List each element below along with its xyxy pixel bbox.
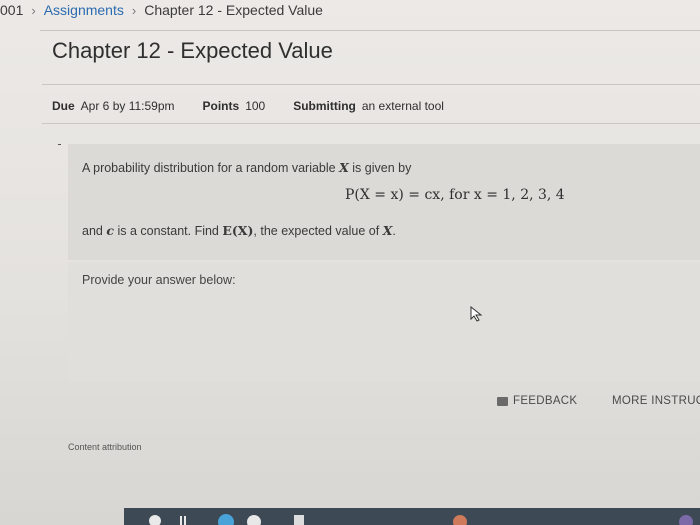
task-text-a: and xyxy=(82,224,107,238)
feedback-button[interactable]: FEEDBACK xyxy=(497,395,577,407)
taskbar-app-icon[interactable] xyxy=(246,512,262,525)
mouse-cursor-icon xyxy=(470,306,483,322)
meta-top-divider xyxy=(42,84,700,85)
question-intro: A probability distribution for a random … xyxy=(82,160,411,175)
breadcrumb-assignments-link[interactable]: Assignments xyxy=(44,2,124,18)
breadcrumb-current: Chapter 12 - Expected Value xyxy=(144,2,323,18)
submitting-value: an external tool xyxy=(361,99,444,113)
taskbar-app-icon[interactable] xyxy=(148,512,162,525)
content-attribution-link[interactable]: Content attribution xyxy=(68,442,142,452)
expected-value-expr: E(X) xyxy=(222,223,254,238)
taskbar-app-icon[interactable] xyxy=(178,512,190,525)
breadcrumb-separator-icon: › xyxy=(131,2,137,18)
submitting-label: Submitting xyxy=(293,99,356,113)
question-intro-text: A probability distribution for a random … xyxy=(82,161,340,175)
constant-c: c xyxy=(106,223,114,238)
variable-x: X xyxy=(339,160,349,175)
page-title: Chapter 12 - Expected Value xyxy=(52,38,333,63)
breadcrumb-divider xyxy=(40,30,700,31)
due-label: Due xyxy=(52,99,75,113)
task-text-b: is a constant. Find xyxy=(113,224,223,238)
taskbar xyxy=(124,508,700,525)
breadcrumb-separator-icon: › xyxy=(31,2,36,18)
assignment-meta: Due Apr 6 by 11:59pm Points 100 Submitti… xyxy=(52,99,444,113)
taskbar-app-icon[interactable] xyxy=(216,512,236,525)
more-instructions-button[interactable]: MORE INSTRUC xyxy=(612,395,700,407)
breadcrumb-course-link[interactable]: 001 xyxy=(0,2,23,18)
variable-x: X xyxy=(382,223,393,238)
taskbar-app-icon[interactable] xyxy=(292,512,306,525)
points-value: 100 xyxy=(245,99,266,113)
feedback-icon xyxy=(497,396,508,406)
breadcrumb: 001 › Assignments › Chapter 12 - Expecte… xyxy=(0,0,323,20)
answer-prompt: Provide your answer below: xyxy=(82,273,236,287)
feedback-label: FEEDBACK xyxy=(513,395,578,407)
taskbar-app-icon[interactable] xyxy=(452,512,468,525)
task-text-end: . xyxy=(392,224,396,238)
points-label: Points xyxy=(202,99,240,113)
meta-bottom-divider xyxy=(42,123,700,124)
due-value: Apr 6 by 11:59pm xyxy=(80,99,175,113)
taskbar-help-icon[interactable] xyxy=(678,512,694,525)
probability-formula: P(X = x) = cx, for x = 1, 2, 3, 4 xyxy=(345,187,565,203)
dash-mark xyxy=(58,144,61,145)
task-text-c: , the expected value of xyxy=(253,224,383,238)
assignment-page: 001 › Assignments › Chapter 12 - Expecte… xyxy=(0,0,700,525)
question-task: and c is a constant. Find E(X), the expe… xyxy=(82,223,396,238)
question-intro-suffix: is given by xyxy=(348,161,412,175)
